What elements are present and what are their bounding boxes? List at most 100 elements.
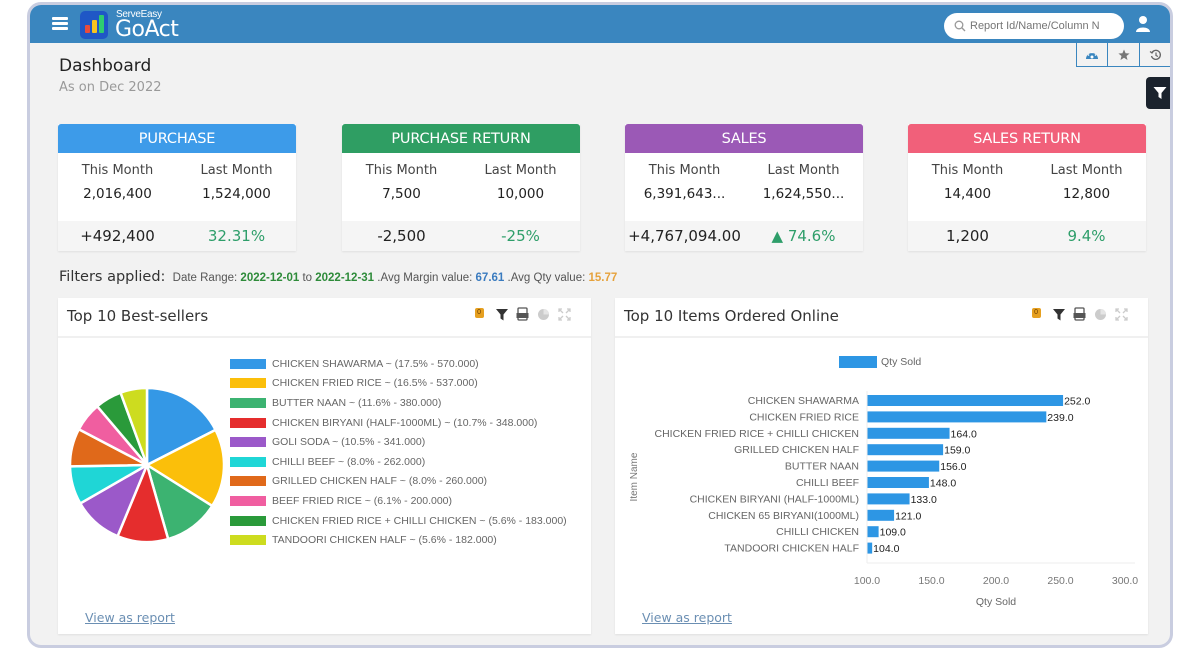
data-label: 121.0 (895, 510, 921, 522)
filter-panel-button[interactable] (1146, 77, 1170, 109)
legend-label: GOLI SODA ~ (10.5% - 341.000) (272, 436, 426, 449)
expand-icon (1115, 307, 1128, 321)
legend-swatch (230, 397, 266, 408)
top-bar: ServeEasy GoAct (30, 5, 1170, 43)
legend-item[interactable]: CHICKEN BIRYANI (HALF-1000ML) ~ (10.7% -… (230, 413, 567, 433)
view-tabs (1076, 43, 1170, 67)
bar-legend[interactable]: Qty Sold (839, 356, 921, 368)
bar-4[interactable] (867, 444, 944, 456)
legend-item[interactable]: CHILLI BEEF ~ (8.0% - 262.000) (230, 452, 567, 472)
last-month-label: Last Month (1050, 163, 1123, 178)
legend-label: CHICKEN BIRYANI (HALF-1000ML) ~ (10.7% -… (272, 416, 538, 429)
kpi-card-purchase[interactable]: PURCHASE This Month Last Month 2,016,400 1… (58, 124, 296, 251)
legend-label: Qty Sold (881, 356, 922, 368)
kpi-percent: -25% (501, 227, 540, 245)
filters-label: Filters applied: (59, 269, 166, 285)
search-input[interactable] (970, 20, 1115, 32)
legend-swatch (230, 535, 266, 546)
bar-7[interactable] (867, 493, 910, 505)
history-icon (1149, 49, 1161, 60)
app-logo[interactable]: ServeEasy GoAct (80, 9, 190, 42)
expand-icon (558, 307, 571, 321)
filters-applied: Filters applied: Date Range: 2022-12-01 … (59, 269, 617, 285)
brand-name: GoAct (115, 17, 179, 42)
bar-5[interactable] (867, 460, 940, 472)
this-month-value: 14,400 (943, 186, 992, 202)
export-csv-button[interactable] (516, 307, 529, 326)
legend-item[interactable]: TANDOORI CHICKEN HALF ~ (5.6% - 182.000) (230, 530, 567, 550)
search-box[interactable] (944, 13, 1124, 39)
kpi-card-sales[interactable]: SALES This Month Last Month 6,391,643... 1… (625, 124, 863, 251)
date-range-label: Date Range: (172, 272, 238, 284)
kpi-percent: 32.31% (207, 227, 266, 245)
view-as-report-link[interactable]: View as report (642, 610, 732, 625)
y-axis-title: Item Name (629, 452, 640, 501)
last-month-label: Last Month (484, 163, 557, 178)
export-csv-button[interactable] (1073, 307, 1086, 326)
bar-10[interactable] (867, 542, 873, 554)
data-label: 109.0 (880, 527, 906, 539)
chart-type-button[interactable] (1094, 308, 1107, 326)
panel-toolbar: 0 (1031, 307, 1128, 326)
legend-label: CHICKEN FRIED RICE + CHILLI CHICKEN ~ (5… (272, 514, 567, 527)
search-icon (954, 20, 966, 32)
bar-8[interactable] (867, 509, 895, 521)
legend-label: GRILLED CHICKEN HALF ~ (8.0% - 260.000) (272, 475, 488, 488)
last-month-label: Last Month (200, 163, 273, 178)
legend-item[interactable]: GOLI SODA ~ (10.5% - 341.000) (230, 432, 567, 452)
panel-filter-button[interactable]: 0 (474, 307, 508, 326)
data-label: 252.0 (1064, 396, 1090, 408)
bar-9[interactable] (867, 526, 879, 538)
this-month-label: This Month (81, 163, 154, 178)
category-label: BUTTER NAAN (785, 461, 859, 473)
legend-item[interactable]: CHICKEN FRIED RICE ~ (16.5% - 537.000) (230, 374, 567, 394)
bar-6[interactable] (867, 477, 929, 488)
bar-3[interactable] (867, 427, 950, 439)
tab-dashboard[interactable] (1076, 43, 1108, 67)
legend-item[interactable]: CHICKEN SHAWARMA ~ (17.5% - 570.000) (230, 354, 567, 374)
tab-history[interactable] (1140, 43, 1170, 67)
panel-filter-button[interactable]: 0 (1031, 307, 1065, 326)
data-label: 164.0 (951, 428, 977, 440)
avg-margin-label: .Avg Margin value: (377, 272, 473, 284)
tab-favorites[interactable] (1108, 43, 1140, 67)
date-to-sep: to (302, 272, 313, 284)
legend-label: BUTTER NAAN ~ (11.6% - 380.000) (272, 396, 442, 409)
category-label: CHICKEN 65 BIRYANI(1000ML) (708, 510, 859, 522)
panel-items-ordered-online: Top 10 Items Ordered Online 0 Qty Sold C… (615, 298, 1148, 634)
kpi-card-sales-return[interactable]: SALES RETURN This Month Last Month 14,400… (908, 124, 1146, 251)
x-tick-label: 250.0 (1047, 575, 1073, 587)
items-ordered-bar-chart: CHICKEN SHAWARMA 252.0 CHICKEN FRIED RICE 2… (629, 391, 1138, 608)
last-month-value: 12,800 (1062, 186, 1111, 202)
hamburger-menu-icon[interactable] (52, 17, 68, 30)
last-month-value: 10,000 (496, 186, 545, 202)
date-from: 2022-12-01 (240, 272, 300, 284)
user-icon[interactable] (1135, 15, 1151, 33)
panel-toolbar: 0 (474, 307, 571, 326)
legend-label: CHILLI BEEF ~ (8.0% - 262.000) (272, 455, 426, 468)
last-month-value: 1,524,000 (202, 186, 271, 202)
data-label: 159.0 (944, 445, 970, 457)
legend-item[interactable]: BUTTER NAAN ~ (11.6% - 380.000) (230, 393, 567, 413)
category-label: CHICKEN FRIED RICE + CHILLI CHICKEN (655, 428, 860, 440)
legend-swatch (230, 358, 266, 369)
page-title: Dashboard (59, 56, 152, 76)
legend-item[interactable]: BEEF FRIED RICE ~ (6.1% - 200.000) (230, 491, 567, 511)
best-sellers-pie-chart (68, 386, 226, 544)
bar-1[interactable] (867, 395, 1064, 406)
category-label: TANDOORI CHICKEN HALF (724, 543, 859, 555)
legend-item[interactable]: GRILLED CHICKEN HALF ~ (8.0% - 260.000) (230, 472, 567, 492)
expand-button[interactable] (558, 307, 571, 326)
kpi-title: SALES (625, 124, 863, 153)
this-month-label: This Month (365, 163, 438, 178)
filter-icon (1053, 308, 1065, 320)
legend-item[interactable]: CHICKEN FRIED RICE + CHILLI CHICKEN ~ (5… (230, 511, 567, 531)
expand-button[interactable] (1115, 307, 1128, 326)
bar-2[interactable] (867, 411, 1047, 423)
avg-qty-value: 15.77 (588, 272, 618, 284)
x-tick-label: 200.0 (983, 575, 1009, 587)
chart-type-button[interactable] (537, 308, 550, 326)
export-icon (516, 307, 529, 321)
view-as-report-link[interactable]: View as report (85, 610, 175, 625)
kpi-card-purchase-return[interactable]: PURCHASE RETURN This Month Last Month 7,5… (342, 124, 580, 251)
